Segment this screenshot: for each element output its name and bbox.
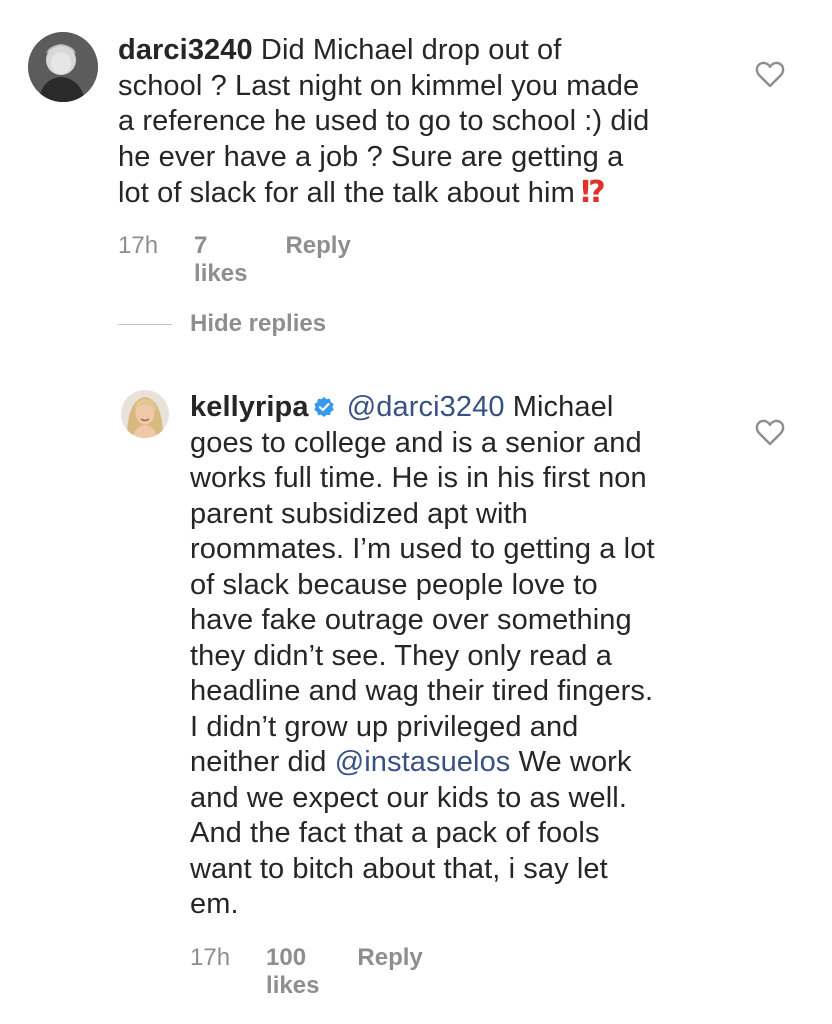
comment-time: 17h xyxy=(118,232,159,259)
divider xyxy=(118,323,172,325)
heart-icon[interactable] xyxy=(755,418,785,446)
comment-username[interactable]: darci3240 xyxy=(118,34,253,66)
hide-replies-label: Hide replies xyxy=(190,310,327,337)
hide-replies-button[interactable]: Hide replies xyxy=(118,310,326,338)
reply-time: 17h xyxy=(190,944,231,971)
comment-likes-button[interactable]: 7 likes xyxy=(194,232,247,288)
verified-badge-icon xyxy=(313,397,334,417)
reply-username[interactable]: kellyripa xyxy=(190,391,309,423)
heart-icon[interactable] xyxy=(755,60,785,88)
reply-likes-button[interactable]: 100 likes xyxy=(266,944,319,1000)
avatar[interactable] xyxy=(28,32,98,102)
comment-reply-button[interactable]: Reply xyxy=(285,232,350,260)
mention-link[interactable]: @darci3240 xyxy=(347,391,505,423)
reply-body-1: Michael goes to college and is a senior … xyxy=(190,391,655,778)
reply-meta: 17h 100 likes Reply xyxy=(190,944,423,1000)
avatar[interactable] xyxy=(121,390,169,438)
mention-link[interactable]: @instasuelos xyxy=(335,746,511,778)
comment-meta: 17h 7 likes Reply xyxy=(118,232,351,288)
reply-reply-button[interactable]: Reply xyxy=(357,944,422,972)
comment-text: darci3240 Did Michael drop out of school… xyxy=(118,33,738,212)
interrobang-emoji-icon: ⁉ xyxy=(580,176,606,209)
reply-text: kellyripa @darci3240 Michael goes to col… xyxy=(190,390,750,923)
